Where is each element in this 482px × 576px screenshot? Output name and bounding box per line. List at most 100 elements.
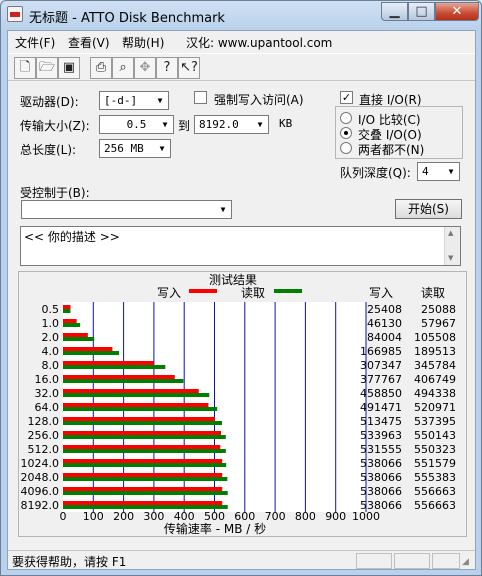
description-text: << 你的描述 >> (24, 230, 120, 244)
read-bar (63, 379, 184, 383)
chevron-down-icon[interactable]: ▼ (252, 116, 268, 133)
read-value: 520971 (414, 401, 456, 414)
category-label: 16.0 (35, 373, 60, 386)
total-length-label: 总长度(L): (20, 143, 77, 157)
write-value: 538066 (360, 457, 402, 470)
read-value: 57967 (421, 317, 456, 330)
force-write-checkbox[interactable] (194, 91, 207, 104)
menu-file[interactable]: 文件(F) (15, 34, 55, 51)
category-label: 1024.0 (21, 457, 60, 470)
description-box[interactable]: << 你的描述 >> ▲ ▼ (20, 226, 461, 266)
total-length-value: 256 MB (104, 142, 144, 155)
category-labels: 0.51.02.04.08.016.032.064.0128.0256.0512… (21, 303, 60, 512)
category-label: 128.0 (28, 415, 60, 428)
open-folder-icon[interactable]: 🗁 (36, 57, 58, 79)
chevron-down-icon[interactable]: ▼ (443, 163, 459, 180)
read-bar (63, 477, 228, 481)
x-tick-label: 800 (295, 510, 316, 523)
close-button[interactable]: ✕ (435, 2, 479, 21)
write-bar (63, 403, 209, 407)
read-value: 550323 (414, 443, 456, 456)
read-bar (63, 435, 226, 439)
print-preview-icon[interactable]: ⌕ (112, 57, 134, 79)
category-label: 32.0 (35, 387, 60, 400)
category-label: 4.0 (42, 345, 60, 358)
write-bar (63, 305, 71, 309)
save-icon[interactable]: ▣ (58, 57, 80, 79)
category-label: 8.0 (42, 359, 60, 372)
neither-label: 两者都不(N) (358, 143, 425, 157)
value-columns: 25408 25088 46130 57967 84004 105508 166985 189… (360, 303, 456, 512)
read-bar (63, 337, 95, 341)
drive-select[interactable]: [-d-] ▼ (99, 91, 169, 110)
overlap-io-radio[interactable] (340, 127, 352, 139)
neither-radio[interactable] (340, 142, 352, 154)
chevron-down-icon[interactable]: ▼ (215, 201, 231, 218)
menu-view[interactable]: 查看(V) (68, 34, 110, 51)
description-scrollbar[interactable]: ▲ ▼ (444, 227, 460, 265)
transfer-unit: KB (279, 117, 293, 130)
move-icon[interactable]: ✥ (134, 57, 156, 79)
x-tick-label: 700 (265, 510, 286, 523)
write-value: 491471 (360, 401, 402, 414)
x-tick-label: 0 (60, 510, 67, 523)
window-title: 无标题 - ATTO Disk Benchmark (29, 11, 225, 26)
write-value: 458850 (360, 387, 402, 400)
chevron-down-icon[interactable]: ▼ (157, 116, 173, 133)
write-bar (63, 459, 223, 463)
scroll-up-icon[interactable]: ▲ (448, 229, 453, 237)
client-area: 文件(F) 查看(V) 帮助(H) 汉化: www.upantool.com 🗋… (7, 30, 476, 570)
legend-read-swatch (274, 289, 302, 293)
read-bar (63, 323, 81, 327)
queue-depth-select[interactable]: 4 ▼ (417, 162, 460, 181)
controlled-by-select[interactable]: ▼ (21, 200, 232, 219)
menu-help[interactable]: 帮助(H) (122, 34, 164, 51)
write-bar (63, 375, 175, 379)
context-help-icon[interactable]: ↖? (178, 57, 200, 79)
total-length-select[interactable]: 256 MB ▼ (99, 139, 171, 158)
new-doc-icon[interactable]: 🗋 (14, 57, 36, 79)
start-button[interactable]: 开始(S) (395, 199, 462, 219)
chart-title: 测试结果 (209, 272, 257, 287)
app-window: 无标题 - ATTO Disk Benchmark ▁ □ ✕ 文件(F) 查看… (0, 0, 482, 576)
transfer-to-select[interactable]: 8192.0 ▼ (194, 115, 269, 134)
controlled-by-label: 受控制于(B): (20, 186, 90, 200)
x-axis-label: 传输速率 - MB / 秒 (164, 521, 266, 536)
status-pane-3 (432, 553, 460, 569)
resize-grip-icon[interactable]: ◢ (462, 557, 469, 567)
status-bar: 要获得帮助，请按 F1 ◢ (8, 550, 475, 570)
status-text: 要获得帮助，请按 F1 (12, 555, 127, 569)
read-bar (63, 491, 228, 495)
scroll-down-icon[interactable]: ▼ (448, 254, 453, 262)
read-value: 105508 (414, 331, 456, 344)
read-bar (63, 407, 218, 411)
title-bar[interactable]: 无标题 - ATTO Disk Benchmark ▁ □ ✕ (1, 1, 481, 29)
chevron-down-icon[interactable]: ▼ (154, 140, 170, 157)
category-label: 2048.0 (21, 471, 60, 484)
read-bar (63, 351, 120, 355)
write-bar (63, 347, 113, 351)
read-bar (63, 309, 71, 313)
menu-localize-link[interactable]: 汉化: www.upantool.com (186, 34, 332, 51)
write-bar (63, 319, 77, 323)
direct-io-checkbox[interactable]: ✓ (340, 91, 353, 104)
x-tick-label: 200 (113, 510, 134, 523)
transfer-to-label: 到 (178, 119, 191, 133)
status-pane-2 (394, 553, 430, 569)
category-label: 2.0 (42, 331, 60, 344)
print-icon[interactable]: ⎙ (90, 57, 112, 79)
read-value: 555383 (414, 471, 456, 484)
maximize-button[interactable]: □ (408, 2, 435, 21)
write-value: 166985 (360, 345, 402, 358)
legend-read-label: 读取 (241, 286, 265, 300)
read-value: 551579 (414, 457, 456, 470)
category-label: 0.5 (42, 303, 60, 316)
app-icon (7, 6, 23, 22)
transfer-from-select[interactable]: 0.5 ▼ (99, 115, 174, 134)
category-label: 4096.0 (21, 485, 60, 498)
minimize-button[interactable]: ▁ (381, 2, 408, 21)
io-compare-radio[interactable] (340, 112, 352, 124)
read-column-header: 读取 (421, 286, 445, 300)
help-icon[interactable]: ? (156, 57, 178, 79)
chevron-down-icon[interactable]: ▼ (152, 92, 168, 109)
